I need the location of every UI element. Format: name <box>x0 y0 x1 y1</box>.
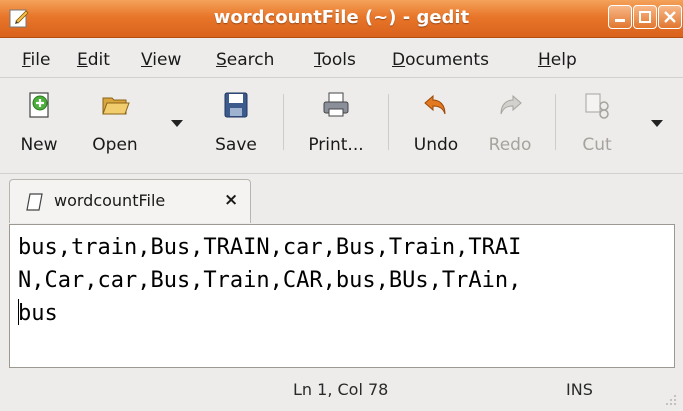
toolbar-separator <box>283 94 284 150</box>
toolbar: New Open Save Print... Undo Redo Cut <box>0 78 683 174</box>
menu-search-label: earch <box>226 50 275 70</box>
open-label: Open <box>92 135 138 155</box>
close-icon <box>664 11 676 23</box>
insert-mode: INS <box>566 380 593 399</box>
toolbar-overflow-arrow[interactable] <box>651 120 663 127</box>
menu-file-mnemonic: F <box>22 50 31 70</box>
toolbar-separator <box>555 94 556 150</box>
document-icon <box>26 193 43 211</box>
close-window-button[interactable] <box>658 5 682 29</box>
tab-wordcountfile[interactable]: wordcountFile × <box>9 179 251 223</box>
redo-button[interactable]: Redo <box>480 86 540 166</box>
menu-tools[interactable]: Tools <box>314 50 356 70</box>
open-recent-dropdown-arrow[interactable] <box>171 120 183 127</box>
menu-bar: File Edit View Search Tools Documents He… <box>0 38 683 78</box>
print-label: Print... <box>308 135 364 155</box>
cursor-position: Ln 1, Col 78 <box>293 380 389 399</box>
new-button[interactable]: New <box>10 86 68 166</box>
menu-documents-label: ocuments <box>405 50 489 70</box>
menu-file[interactable]: File <box>22 50 50 70</box>
open-button[interactable]: Open <box>80 86 150 166</box>
menu-search-mnemonic: S <box>216 50 227 70</box>
menu-edit[interactable]: Edit <box>77 50 110 70</box>
menu-help-mnemonic: H <box>538 50 551 70</box>
menu-view-label: iew <box>152 50 182 70</box>
menu-help-label: elp <box>550 50 577 70</box>
redo-label: Redo <box>488 135 532 155</box>
minimize-icon <box>615 19 625 22</box>
undo-arrow-icon <box>424 94 446 115</box>
menu-help[interactable]: Help <box>538 50 577 70</box>
new-document-icon <box>29 92 49 118</box>
folder-open-icon <box>102 97 130 115</box>
editor-content[interactable]: bus,train,Bus,TRAIN,car,Bus,Train,TRAI N,… <box>18 231 668 330</box>
menu-tools-label: ools <box>321 50 356 70</box>
maximize-icon <box>639 11 651 23</box>
menu-search[interactable]: Search <box>216 50 274 70</box>
menu-view-mnemonic: V <box>141 50 153 70</box>
document-tabs: wordcountFile × <box>0 174 683 224</box>
resize-grip-icon[interactable] <box>662 392 678 408</box>
menu-edit-label: dit <box>87 50 110 70</box>
tab-label: wordcountFile <box>54 191 166 210</box>
text-cursor <box>18 299 19 325</box>
print-button[interactable]: Print... <box>298 86 374 166</box>
title-bar[interactable]: wordcountFile (~) - gedit <box>0 0 683 38</box>
menu-edit-mnemonic: E <box>77 50 88 70</box>
editor-line: N,Car,car,Bus,Train,CAR,bus,BUs,TrAin, <box>18 268 522 293</box>
new-label: New <box>20 135 58 155</box>
cut-button[interactable]: Cut <box>571 86 623 166</box>
menu-documents-mnemonic: D <box>392 50 406 70</box>
save-label: Save <box>215 135 257 155</box>
redo-arrow-icon <box>500 94 522 115</box>
printer-icon <box>323 92 349 117</box>
scissors-cut-icon <box>585 93 609 119</box>
editor-line: bus <box>18 301 58 326</box>
cut-label: Cut <box>582 135 612 155</box>
editor-line: bus,train,Bus,TRAIN,car,Bus,Train,TRAI <box>18 235 522 260</box>
menu-file-label: ile <box>30 50 51 70</box>
floppy-save-icon <box>224 92 248 118</box>
text-editor[interactable]: bus,train,Bus,TRAIN,car,Bus,Train,TRAI N,… <box>9 224 675 368</box>
close-tab-icon[interactable]: × <box>224 190 238 210</box>
status-bar: Ln 1, Col 78 INS <box>0 370 683 411</box>
maximize-button[interactable] <box>633 5 657 29</box>
minimize-button[interactable] <box>608 5 632 29</box>
menu-tools-mnemonic: T <box>314 50 322 70</box>
menu-view[interactable]: View <box>141 50 181 70</box>
save-button[interactable]: Save <box>206 86 266 166</box>
undo-label: Undo <box>413 135 459 155</box>
toolbar-separator <box>388 94 389 150</box>
window-title: wordcountFile (~) - gedit <box>213 7 470 28</box>
undo-button[interactable]: Undo <box>404 86 468 166</box>
menu-documents[interactable]: Documents <box>392 50 489 70</box>
